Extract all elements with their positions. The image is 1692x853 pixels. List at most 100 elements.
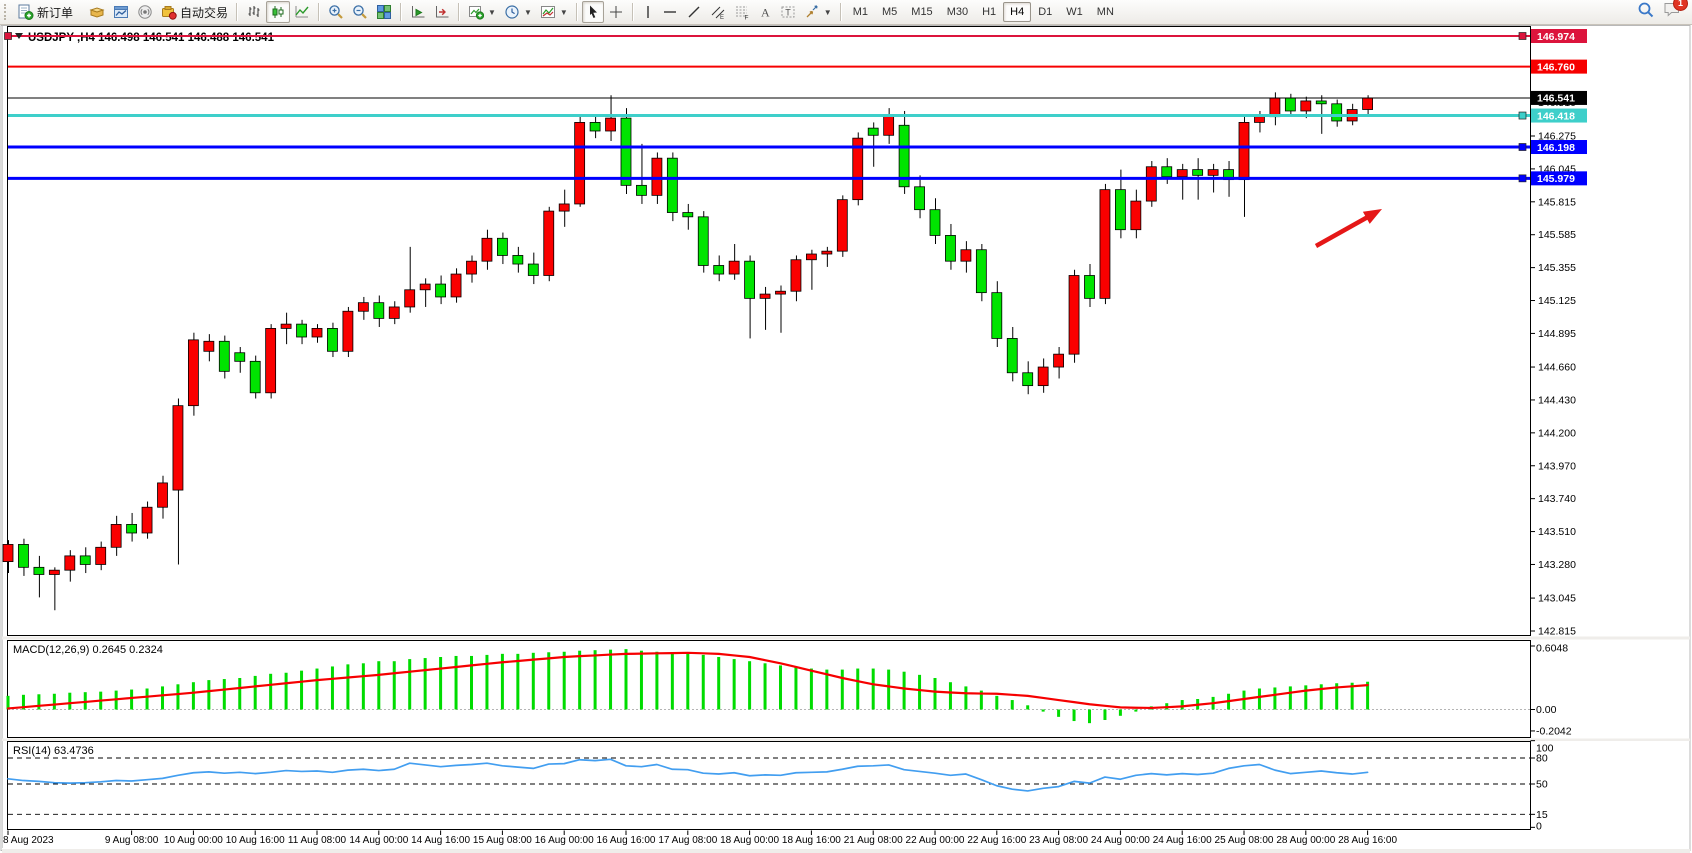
candlestick-icon	[270, 4, 286, 20]
crosshair-button[interactable]	[604, 1, 628, 23]
cursor-button[interactable]	[582, 1, 604, 23]
chart-window-button[interactable]	[109, 1, 133, 23]
time-axis-label: 8 Aug 2023	[3, 835, 54, 846]
candle	[250, 361, 260, 392]
candle	[667, 158, 677, 212]
candle	[915, 187, 925, 210]
candle	[528, 264, 538, 275]
rsi-tick-label: 80	[1536, 753, 1548, 765]
candle	[1285, 98, 1295, 111]
price-tick-label: 144.430	[1538, 394, 1576, 406]
candle	[837, 200, 847, 252]
toolbar-separator	[236, 3, 238, 21]
zoom-in-icon	[328, 4, 344, 20]
toolbar-right-group: 1	[1637, 1, 1688, 24]
vertical-line-button[interactable]	[638, 1, 658, 23]
price-tick-label: 145.125	[1538, 295, 1576, 307]
timeframe-button-d1[interactable]: D1	[1031, 2, 1059, 22]
chevron-down-icon[interactable]: ▼	[560, 8, 568, 17]
new-order-button[interactable]: 新订单	[13, 1, 77, 24]
tile-windows-button[interactable]	[372, 1, 396, 23]
rsi-panel[interactable]	[8, 742, 1531, 830]
candle	[698, 217, 708, 266]
chart-window-icon	[113, 4, 129, 20]
bar-chart-button[interactable]	[242, 1, 266, 23]
profiles-button[interactable]: ▼	[500, 1, 536, 23]
svg-text:E: E	[720, 15, 724, 20]
chevron-down-icon[interactable]: ▼	[824, 8, 832, 17]
fibonacci-icon: F	[734, 4, 750, 20]
text-label-button[interactable]: T	[776, 1, 800, 23]
candle	[930, 210, 940, 236]
text-label-icon: T	[780, 4, 796, 20]
level-line-marker[interactable]	[1519, 175, 1526, 182]
candle	[1363, 98, 1373, 110]
shapes-button[interactable]: ▼	[800, 1, 836, 23]
trendline-button[interactable]	[682, 1, 706, 23]
level-line-marker[interactable]	[5, 33, 12, 40]
fibonacci-button[interactable]: F	[730, 1, 754, 23]
signals-icon	[137, 4, 153, 20]
price-level-badge-text: 146.541	[1537, 93, 1575, 105]
candle	[219, 341, 229, 371]
chart-window[interactable]: 146.745146.510146.275146.045145.815145.5…	[0, 0, 1692, 853]
candle	[18, 544, 28, 567]
line-chart-button[interactable]	[290, 1, 314, 23]
candle	[96, 547, 106, 564]
time-axis-label: 10 Aug 16:00	[226, 835, 285, 846]
horizontal-line-button[interactable]	[658, 1, 682, 23]
zoom-in-button[interactable]	[324, 1, 348, 23]
equidistant-channel-button[interactable]: E	[706, 1, 730, 23]
price-tick-label: 142.815	[1538, 625, 1576, 637]
mt4-application: 新订单 自动交易 ▼ ▼ ▼ E FA T ▼ M1M5M15M30H1H4D1W1MN 1 146…	[0, 0, 1692, 853]
candle	[745, 261, 755, 298]
text-button[interactable]: A	[754, 1, 776, 23]
timeframe-button-mn[interactable]: MN	[1090, 2, 1121, 22]
auto-scroll-button[interactable]	[406, 1, 430, 23]
timeframe-button-m30[interactable]: M30	[940, 2, 975, 22]
candle	[281, 324, 291, 328]
timeframe-button-m1[interactable]: M1	[846, 2, 875, 22]
svg-text:T: T	[785, 8, 791, 18]
timeframe-button-h4[interactable]: H4	[1003, 2, 1031, 22]
svg-text:A: A	[761, 6, 770, 20]
price-tick-label: 143.740	[1538, 493, 1576, 505]
time-axis-label: 15 Aug 08:00	[473, 835, 532, 846]
timeframe-button-m15[interactable]: M15	[904, 2, 939, 22]
timeframe-button-m5[interactable]: M5	[875, 2, 904, 22]
level-line-marker[interactable]	[1519, 112, 1526, 119]
chart-shift-button[interactable]	[430, 1, 454, 23]
candlestick-button[interactable]	[266, 1, 290, 23]
level-line-marker[interactable]	[1519, 33, 1526, 40]
search-icon[interactable]	[1637, 1, 1655, 24]
notifications-chat-icon[interactable]: 1	[1663, 1, 1682, 23]
candle	[1332, 104, 1342, 121]
zoom-out-button[interactable]	[348, 1, 372, 23]
candle	[1193, 170, 1203, 176]
level-line-marker[interactable]	[1519, 144, 1526, 151]
candle	[1115, 190, 1125, 230]
candle	[791, 260, 801, 291]
chevron-down-icon[interactable]: ▼	[524, 8, 532, 17]
hline-icon	[662, 4, 678, 20]
candle	[343, 311, 353, 351]
timeframe-button-h1[interactable]: H1	[975, 2, 1003, 22]
toolbar-separator	[840, 3, 842, 21]
candle	[297, 324, 307, 337]
indicators-icon	[540, 4, 556, 20]
indicators-button[interactable]: ▼	[536, 1, 572, 23]
price-level-badge-text: 146.198	[1537, 142, 1575, 154]
toolbar-separator	[400, 3, 402, 21]
candle	[3, 544, 13, 561]
chevron-down-icon[interactable]: ▼	[488, 8, 496, 17]
auto-trading-button[interactable]: 自动交易	[157, 1, 232, 24]
toolbar: 新订单 自动交易 ▼ ▼ ▼ E FA T ▼ M1M5M15M30H1H4D1W1MN 1	[0, 0, 1692, 25]
trendline-icon	[686, 4, 702, 20]
market-watch-button[interactable]	[85, 1, 109, 23]
timeframe-button-w1[interactable]: W1	[1059, 2, 1090, 22]
signals-button[interactable]	[133, 1, 157, 23]
main-chart-panel[interactable]	[8, 27, 1531, 636]
time-axis-label: 23 Aug 08:00	[1029, 835, 1088, 846]
candle	[806, 254, 816, 260]
new-chart-button[interactable]: ▼	[464, 1, 500, 23]
